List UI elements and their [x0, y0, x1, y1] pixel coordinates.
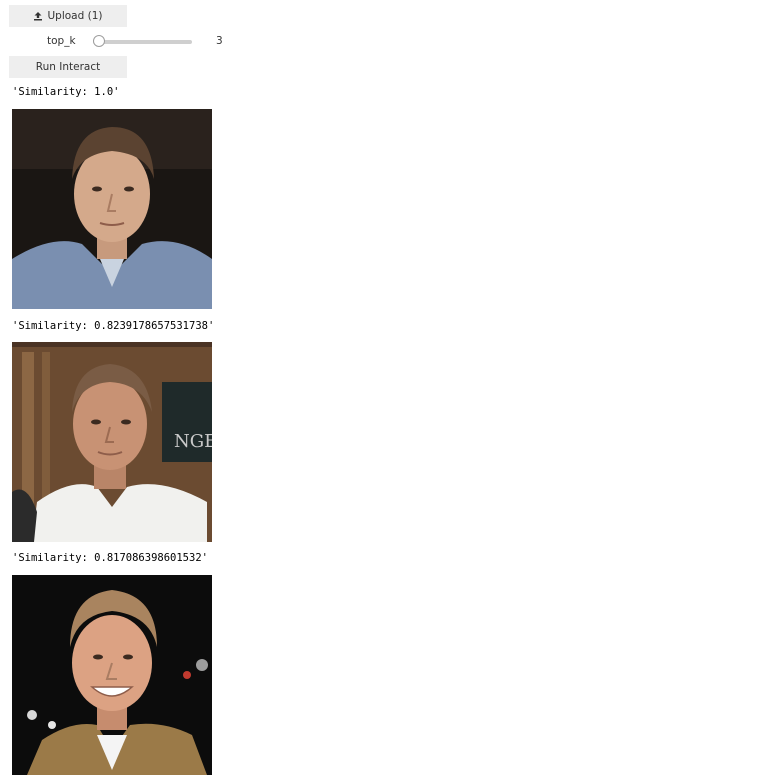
svg-text:NGE: NGE: [174, 431, 212, 452]
similarity-text-3: 'Similarity: 0.817086398601532': [12, 552, 208, 564]
similarity-text-1: 'Similarity: 1.0': [12, 86, 120, 98]
top-k-label: top_k: [47, 35, 76, 47]
upload-icon: [33, 11, 43, 21]
run-interact-button[interactable]: Run Interact: [9, 56, 127, 78]
upload-button[interactable]: Upload (1): [9, 5, 127, 27]
top-k-slider-row: top_k 3: [9, 33, 249, 51]
upload-button-label: Upload (1): [47, 10, 103, 22]
top-k-value: 3: [216, 35, 223, 47]
similarity-text-2: 'Similarity: 0.8239178657531738': [12, 320, 215, 332]
run-interact-label: Run Interact: [35, 61, 101, 73]
slider-handle[interactable]: [93, 35, 105, 47]
result-image-1: [12, 109, 212, 309]
top-k-slider[interactable]: [93, 35, 192, 47]
result-image-3: [12, 575, 212, 775]
result-image-2: NGE: [12, 342, 212, 542]
